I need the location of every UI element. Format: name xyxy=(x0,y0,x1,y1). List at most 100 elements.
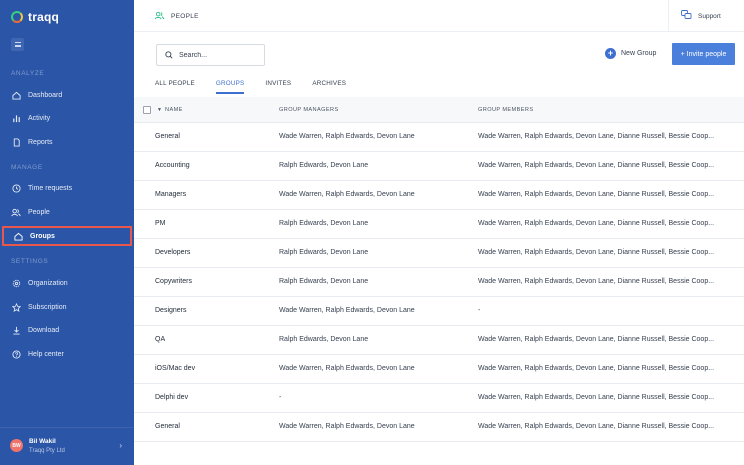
group-members: Wade Warren, Ralph Edwards, Devon Lane, … xyxy=(478,365,715,372)
group-members: Wade Warren, Ralph Edwards, Devon Lane, … xyxy=(478,191,715,198)
group-members: Wade Warren, Ralph Edwards, Devon Lane, … xyxy=(478,133,715,140)
group-name: General xyxy=(155,133,180,140)
group-name: Designers xyxy=(155,307,187,314)
page-title-text: PEOPLE xyxy=(171,13,199,20)
support-label: Support xyxy=(698,12,721,20)
sidebar-item-groups[interactable]: Groups xyxy=(2,226,132,246)
section-label-analyze: ANALYZE xyxy=(11,70,45,77)
column-header-name[interactable]: NAME xyxy=(165,107,183,113)
brand-name: traqq xyxy=(28,10,59,24)
section-label-settings: SETTINGS xyxy=(11,258,49,265)
group-name: Copywriters xyxy=(155,278,192,285)
sidebar-item-subscription[interactable]: Subscription xyxy=(2,297,132,317)
column-header-members: GROUP MEMBERS xyxy=(478,107,534,113)
search-box[interactable] xyxy=(156,44,265,66)
table-row[interactable]: iOS/Mac dev Wade Warren, Ralph Edwards, D… xyxy=(134,355,744,384)
sidebar-item-activity[interactable]: Activity xyxy=(2,108,132,128)
sidebar-item-label: Download xyxy=(28,326,60,334)
table-row[interactable]: General Wade Warren, Ralph Edwards, Devon… xyxy=(134,123,744,152)
sidebar-item-label: Dashboard xyxy=(28,91,63,99)
sort-desc-icon[interactable]: ▼ xyxy=(157,107,162,113)
tabs: ALL PEOPLE GROUPS INVITES ARCHIVES xyxy=(155,80,367,94)
brand[interactable]: traqq xyxy=(11,10,59,24)
group-managers: Wade Warren, Ralph Edwards, Devon Lane xyxy=(279,133,415,140)
tab-archives[interactable]: ARCHIVES xyxy=(312,80,346,93)
group-members: Wade Warren, Ralph Edwards, Devon Lane, … xyxy=(478,162,715,169)
group-members: Wade Warren, Ralph Edwards, Devon Lane, … xyxy=(478,249,715,256)
sidebar-item-reports[interactable]: Reports xyxy=(2,132,132,152)
traqq-logo-icon xyxy=(11,11,23,23)
gear-icon xyxy=(11,278,21,288)
table-row[interactable]: Accounting Ralph Edwards, Devon Lane Wade … xyxy=(134,152,744,181)
new-group-label: New Group xyxy=(621,50,657,57)
sidebar-item-time-requests[interactable]: Time requests xyxy=(2,178,132,198)
sidebar-item-dashboard[interactable]: Dashboard xyxy=(2,85,132,105)
chevron-right-icon[interactable]: › xyxy=(119,441,122,450)
table-header: ▼ NAME GROUP MANAGERS GROUP MEMBERS xyxy=(134,97,744,123)
table-row[interactable]: Copywriters Ralph Edwards, Devon Lane Wade… xyxy=(134,268,744,297)
group-managers: Ralph Edwards, Devon Lane xyxy=(279,336,369,343)
clock-icon xyxy=(11,183,21,193)
search-input[interactable] xyxy=(179,51,259,59)
group-name: Managers xyxy=(155,191,187,198)
sidebar-item-label: Time requests xyxy=(28,184,73,192)
group-managers: Ralph Edwards, Devon Lane xyxy=(279,249,369,256)
group-managers: Ralph Edwards, Devon Lane xyxy=(279,162,369,169)
group-managers: Wade Warren, Ralph Edwards, Devon Lane xyxy=(279,423,415,430)
invite-people-button[interactable]: + Invite people xyxy=(672,43,735,65)
sidebar-item-label: Help center xyxy=(28,350,64,358)
user-name: Bil Wakil xyxy=(29,438,56,445)
select-all-checkbox[interactable] xyxy=(143,106,151,114)
star-icon xyxy=(11,302,21,312)
column-header-managers: GROUP MANAGERS xyxy=(279,107,339,113)
new-group-button[interactable]: + New Group xyxy=(605,48,656,59)
group-managers: Wade Warren, Ralph Edwards, Devon Lane xyxy=(279,307,415,314)
group-name: Accounting xyxy=(155,162,190,169)
people-icon xyxy=(11,207,21,217)
tab-all-people[interactable]: ALL PEOPLE xyxy=(155,80,195,93)
group-name: QA xyxy=(155,336,166,343)
group-name: PM xyxy=(155,220,166,227)
bar-chart-icon xyxy=(11,113,21,123)
search-icon xyxy=(165,46,173,64)
sidebar-item-label: People xyxy=(28,208,50,216)
sidebar-item-label: Organization xyxy=(28,279,68,287)
collapse-menu-button[interactable] xyxy=(11,38,24,51)
tab-invites[interactable]: INVITES xyxy=(265,80,291,93)
sidebar-item-organization[interactable]: Organization xyxy=(2,273,132,293)
avatar: BW xyxy=(10,439,23,452)
group-name: Developers xyxy=(155,249,191,256)
document-icon xyxy=(11,137,21,147)
table-row[interactable]: Delphi dev - Wade Warren, Ralph Edwards, D… xyxy=(134,384,744,413)
group-managers: Ralph Edwards, Devon Lane xyxy=(279,278,369,285)
group-members: - xyxy=(478,307,481,314)
table-row[interactable]: QA Ralph Edwards, Devon Lane Wade Warren, … xyxy=(134,326,744,355)
sidebar-item-label: Groups xyxy=(30,232,55,240)
sidebar-item-help-center[interactable]: Help center xyxy=(2,344,132,364)
help-icon xyxy=(11,349,21,359)
home-icon xyxy=(11,90,21,100)
table-row[interactable]: PM Ralph Edwards, Devon Lane Wade Warren, … xyxy=(134,210,744,239)
table-row[interactable]: General Wade Warren, Ralph Edwards, Devon… xyxy=(134,413,744,442)
group-name: Delphi dev xyxy=(155,394,189,401)
user-org: Traqq Pty Ltd xyxy=(29,448,65,454)
user-profile[interactable]: BW Bil Wakil Traqq Pty Ltd › xyxy=(0,427,134,465)
group-name: iOS/Mac dev xyxy=(155,365,196,372)
table-row[interactable]: Designers Wade Warren, Ralph Edwards, Dev… xyxy=(134,297,744,326)
chat-icon xyxy=(681,10,692,22)
group-name: General xyxy=(155,423,180,430)
group-members: Wade Warren, Ralph Edwards, Devon Lane, … xyxy=(478,220,715,227)
sidebar-item-people[interactable]: People xyxy=(2,202,132,222)
group-members: Wade Warren, Ralph Edwards, Devon Lane, … xyxy=(478,394,715,401)
tab-groups[interactable]: GROUPS xyxy=(215,80,245,94)
sidebar-item-download[interactable]: Download xyxy=(2,320,132,340)
table-row[interactable]: Developers Ralph Edwards, Devon Lane Wade … xyxy=(134,239,744,268)
top-header: PEOPLE Support xyxy=(134,0,744,32)
sidebar: traqq ANALYZE Dashboard Activity Reports… xyxy=(0,0,134,465)
home-icon xyxy=(13,231,23,241)
page-title: PEOPLE xyxy=(154,11,199,22)
plus-icon: + xyxy=(605,48,616,59)
table-row[interactable]: Managers Wade Warren, Ralph Edwards, Devo… xyxy=(134,181,744,210)
hamburger-icon xyxy=(14,42,21,47)
support-button[interactable]: Support xyxy=(668,0,744,32)
